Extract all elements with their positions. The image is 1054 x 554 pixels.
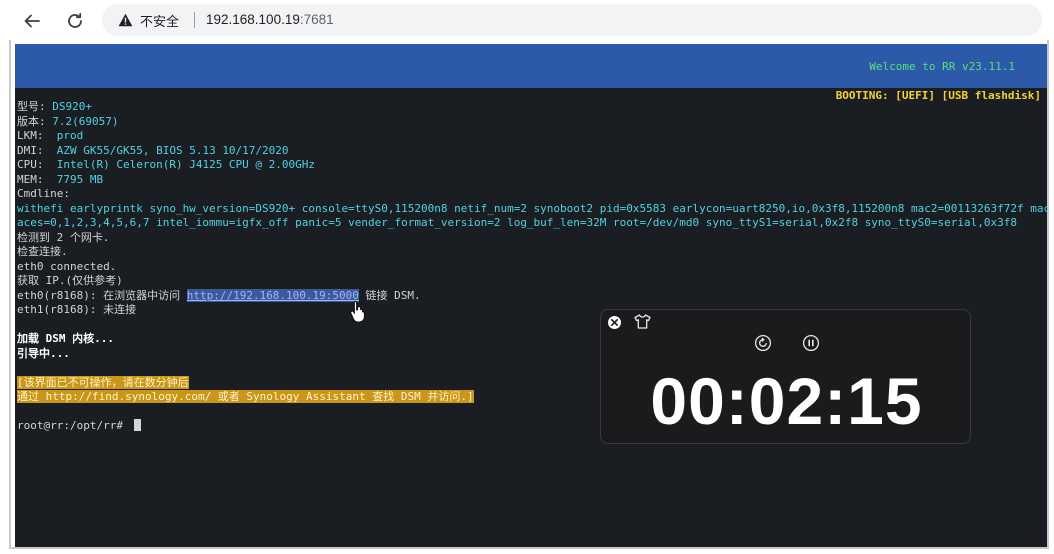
address-bar[interactable]: 不安全 192.168.100.19:7681 — [102, 4, 1042, 36]
cmdline-line-1: withefi earlyprintk syno_hw_version=DS92… — [17, 201, 1047, 215]
cmdline-line-2: aces=0,1,2,3,4,5,6,7 intel_iommu=igfx_of… — [17, 216, 1018, 229]
text-cursor — [133, 419, 141, 431]
eth0-connected-line: eth0 connected. — [17, 259, 117, 273]
url-port: :7681 — [299, 12, 334, 27]
eth0-access-line: eth0(r8168): 在浏览器中访问 http://192.168.100.… — [17, 288, 421, 302]
info-line-dmi: DMI: AZW GK55/GK55, BIOS 5.13 10/17/2020 — [17, 143, 289, 157]
url-host: 192.168.100.19 — [206, 12, 300, 27]
timer-display: 00:02:15 — [650, 364, 923, 438]
get-ip-line: 获取 IP.(仅供参考) — [17, 274, 123, 287]
close-button[interactable] — [608, 316, 621, 329]
nic-detected-line: 检测到 2 个网卡. — [17, 230, 110, 244]
reload-icon — [68, 12, 82, 28]
info-line-cpu: CPU: Intel(R) Celeron(R) J4125 CPU @ 2.0… — [17, 158, 316, 171]
checking-line: 检查连接. — [17, 245, 68, 258]
address-separator — [194, 12, 195, 28]
shirt-icon[interactable] — [634, 314, 651, 329]
info-line-lkm: LKM: prod — [17, 129, 84, 142]
close-icon — [611, 319, 618, 326]
url-text[interactable]: 192.168.100.19:7681 — [206, 12, 334, 27]
terminal-header: Welcome to RR v23.11.1 — [15, 44, 1047, 88]
browser-toolbar: 不安全 192.168.100.19:7681 — [0, 0, 1054, 40]
welcome-text: Welcome to RR v23.11.1 — [869, 60, 1015, 73]
cmdline-label: Cmdline: — [17, 187, 70, 200]
timer-widget: 00:02:15 — [600, 309, 971, 444]
info-line-model: 型号: DS920+ — [17, 100, 92, 113]
warning-icon[interactable] — [118, 13, 133, 27]
hand-pointer-icon — [350, 300, 365, 322]
info-line-version: 版本: 7.2(69057) — [17, 114, 119, 128]
reset-icon[interactable] — [754, 334, 772, 352]
arrow-left-icon — [24, 14, 40, 28]
info-line-mem: MEM: 7795 MB — [17, 172, 104, 186]
back-button[interactable] — [19, 8, 45, 34]
pause-icon[interactable] — [802, 334, 820, 352]
reload-button[interactable] — [62, 8, 88, 34]
page-frame: Welcome to RR v23.11.1 BOOTING: [UEFI] [… — [9, 40, 1049, 549]
terminal[interactable]: Welcome to RR v23.11.1 BOOTING: [UEFI] [… — [15, 44, 1047, 547]
insecure-label[interactable]: 不安全 — [140, 11, 179, 30]
dsm-link[interactable]: http://192.168.100.19:5000 — [186, 288, 359, 302]
